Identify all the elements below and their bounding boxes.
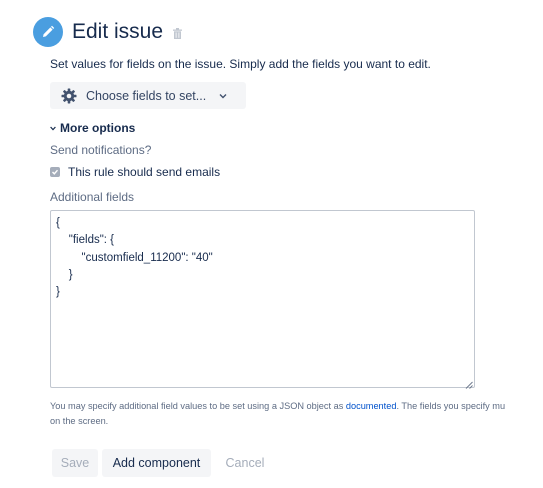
help-line: You may specify additional field values …: [50, 399, 543, 414]
page-title: Edit issue: [72, 20, 164, 43]
chevron-down-icon: [219, 93, 227, 99]
help-text-after: . The fields you specify mu: [396, 401, 506, 411]
send-emails-label: This rule should send emails: [68, 165, 221, 179]
add-component-button[interactable]: Add component: [102, 449, 211, 477]
panel-header: Edit issue: [33, 17, 183, 47]
additional-fields-label: Additional fields: [50, 190, 135, 204]
help-text: You may specify additional field values …: [50, 399, 543, 429]
cancel-button[interactable]: Cancel: [216, 449, 274, 477]
resize-handle[interactable]: [465, 378, 473, 389]
json-line: "fields": {: [56, 234, 115, 247]
description-text: Set values for fields on the issue. Simp…: [50, 57, 431, 71]
send-emails-option: This rule should send emails: [50, 165, 220, 179]
more-options-toggle[interactable]: More options: [50, 121, 135, 135]
choose-fields-label: Choose fields to set...: [86, 88, 207, 103]
send-notifications-label: Send notifications?: [50, 143, 152, 157]
json-line: "customfield_11200": "40": [56, 251, 213, 264]
additional-fields-textarea[interactable]: { "fields": { "customfield_11200": "40" …: [50, 210, 475, 389]
send-emails-checkbox[interactable]: [50, 167, 60, 177]
save-button[interactable]: Save: [52, 449, 98, 477]
pencil-icon: [33, 17, 63, 47]
documented-link[interactable]: documented: [346, 401, 397, 411]
chevron-down-icon: [50, 126, 56, 131]
more-options-label: More options: [60, 121, 136, 135]
gear-icon: [61, 88, 77, 104]
trash-icon[interactable]: [173, 28, 183, 39]
json-line: {: [56, 217, 60, 229]
help-text-before: You may specify additional field values …: [50, 401, 346, 411]
json-line: }: [56, 268, 73, 281]
json-line: }: [56, 286, 60, 299]
help-line-2: on the screen.: [50, 416, 109, 426]
edit-issue-panel: Edit issue Set values for fields on the …: [0, 0, 543, 488]
choose-fields-button[interactable]: Choose fields to set...: [50, 82, 246, 109]
